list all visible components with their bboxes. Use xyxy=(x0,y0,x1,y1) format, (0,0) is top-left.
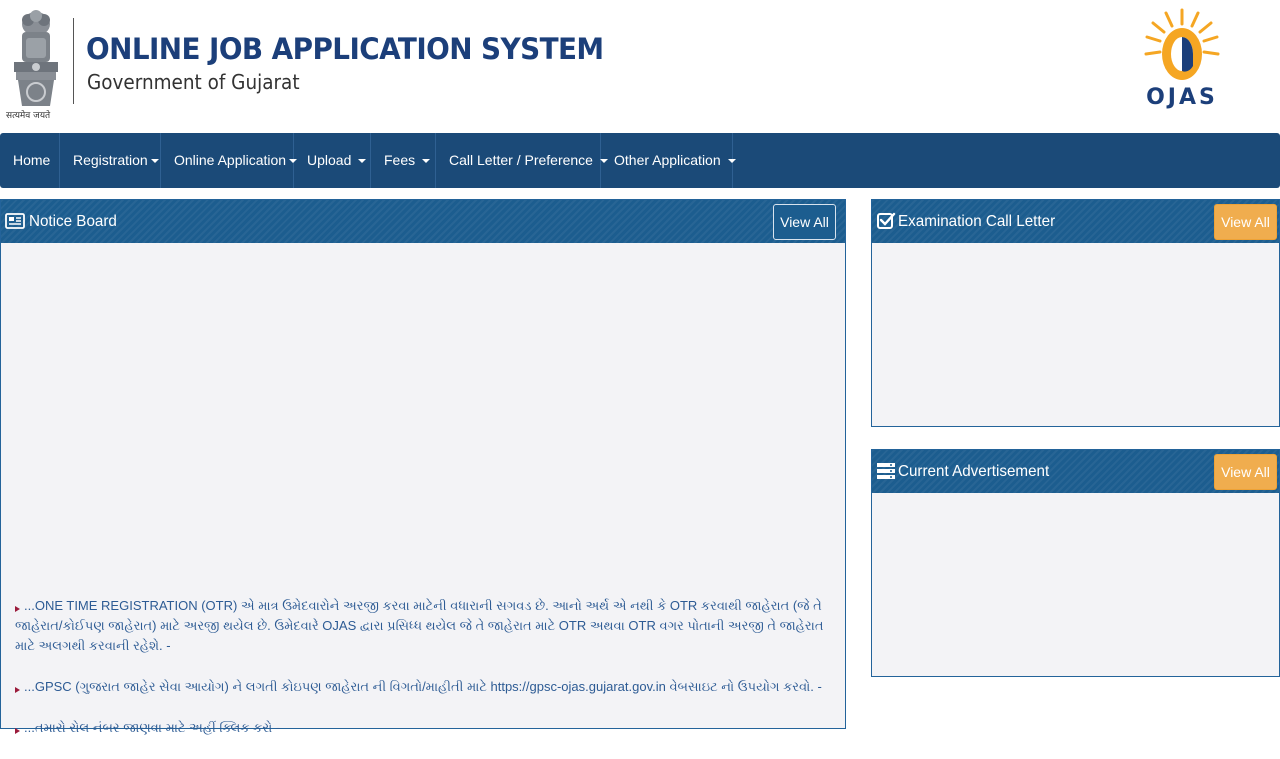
nav-fees[interactable]: Fees xyxy=(371,133,436,188)
caret-down-icon xyxy=(358,159,367,164)
ojas-logo: OJAS xyxy=(1144,8,1220,110)
notice-board-view-all-button[interactable]: View All xyxy=(773,204,836,240)
arrow-bullet-icon xyxy=(15,687,20,693)
emblem-caption: सत्यमेव जयते xyxy=(6,111,51,121)
notice-list: ...ONE TIME REGISTRATION (OTR) એ માત્ર ઉ… xyxy=(15,596,837,759)
advertisement-view-all-button[interactable]: View All xyxy=(1214,454,1277,490)
notice-board-title: Notice Board xyxy=(29,213,117,230)
newspaper-icon xyxy=(5,213,25,229)
nav-registration[interactable]: Registration xyxy=(60,133,161,188)
site-header: सत्यमेव जयते ONLINE JOB APPLICATION SYST… xyxy=(0,0,1280,132)
list-item[interactable]: ...તમારો રોલ નંબર જાણવા માટે અહીં ક્લિક … xyxy=(15,718,837,738)
caret-down-icon xyxy=(150,159,159,164)
call-letter-header: Examination Call Letter View All xyxy=(872,200,1279,243)
main-navbar: Home Registration Online Application Upl… xyxy=(0,133,1280,188)
call-letter-title: Examination Call Letter xyxy=(898,213,1056,230)
checkbox-icon xyxy=(877,212,896,229)
advertisement-title: Current Advertisement xyxy=(898,463,1050,480)
list-item[interactable]: ...GPSC (ગુજરાત જાહેર સેવા આયોગ) ને લગતી… xyxy=(15,677,837,697)
list-item[interactable]: ...ONE TIME REGISTRATION (OTR) એ માત્ર ઉ… xyxy=(15,596,837,656)
notice-board-header: Notice Board View All xyxy=(1,200,845,243)
caret-down-icon xyxy=(422,159,431,164)
caret-down-icon xyxy=(727,159,736,164)
advertisement-header: Current Advertisement View All xyxy=(872,450,1279,493)
nav-upload[interactable]: Upload xyxy=(294,133,371,188)
svg-text:OJAS: OJAS xyxy=(1146,85,1218,110)
call-letter-view-all-button[interactable]: View All xyxy=(1214,204,1277,240)
site-title: ONLINE JOB APPLICATION SYSTEM xyxy=(86,32,604,66)
call-letter-panel: Examination Call Letter View All xyxy=(871,199,1280,427)
site-subtitle: Government of Gujarat xyxy=(87,70,300,94)
nav-call-letter[interactable]: Call Letter / Preference xyxy=(436,133,608,188)
nav-other-application[interactable]: Other Application xyxy=(601,133,736,188)
ashoka-emblem-icon xyxy=(14,10,58,106)
notice-board-panel: Notice Board View All ...ONE TIME REGIST… xyxy=(0,199,846,735)
arrow-bullet-icon xyxy=(15,606,20,612)
header-divider xyxy=(73,18,74,104)
server-list-icon xyxy=(877,463,895,479)
nav-online-application[interactable]: Online Application xyxy=(161,133,298,188)
arrow-bullet-icon xyxy=(15,728,20,734)
nav-home[interactable]: Home xyxy=(0,133,60,188)
advertisement-panel: Current Advertisement View All xyxy=(871,449,1280,677)
